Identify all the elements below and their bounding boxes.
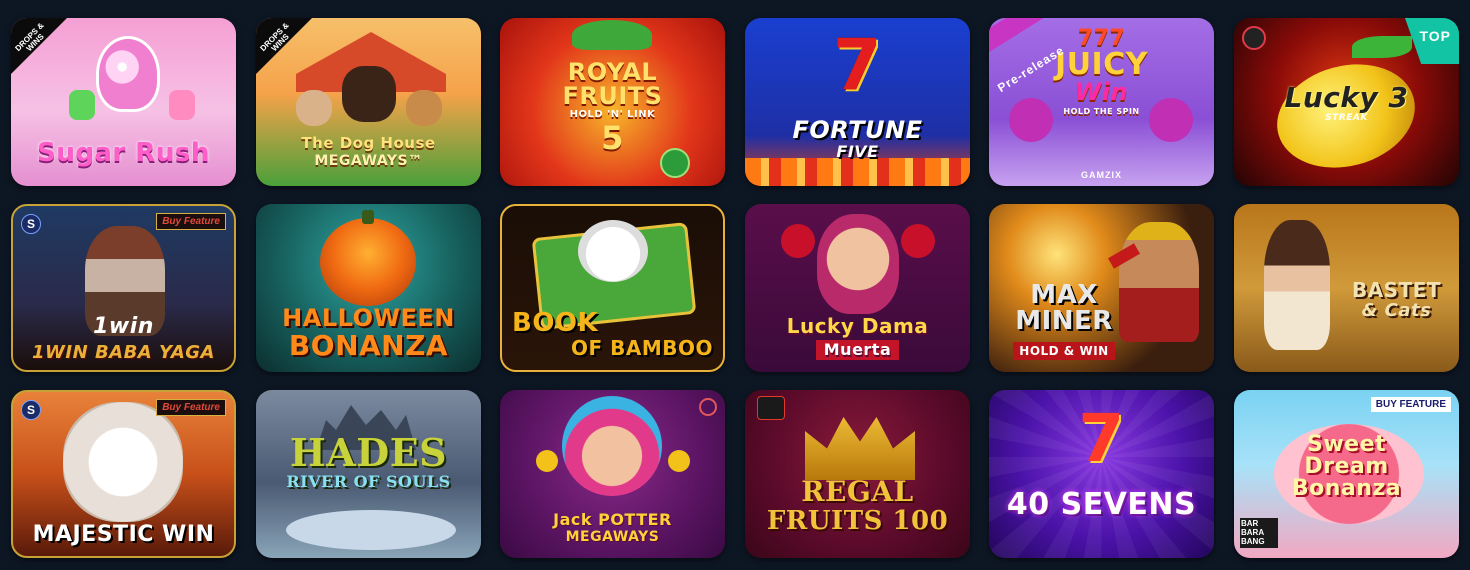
gold-coin-icon xyxy=(668,450,690,472)
game-title: HADES RIVER OF SOULS xyxy=(286,430,451,491)
game-tile-halloween-bonanza[interactable]: HALLOWEEN BONANZA xyxy=(256,204,481,372)
game-grid: DROPS & WINS Sugar Rush DROPS & WINS The… xyxy=(0,0,1470,570)
game-tile-40-sevens[interactable]: 7 40 SEVENS xyxy=(989,390,1214,558)
gumball-machine-image xyxy=(96,36,160,112)
game-title: MAX MINER HOLD & WIN xyxy=(1013,280,1115,360)
buy-feature-badge: Buy Feature xyxy=(156,399,226,416)
dog-image xyxy=(342,66,396,122)
crown-image xyxy=(805,417,915,480)
panda-image xyxy=(578,220,648,282)
game-tile-max-miner[interactable]: MAX MINER HOLD & WIN xyxy=(989,204,1214,372)
game-title: 1win 1WIN BABA YAGA xyxy=(32,314,215,363)
game-tile-the-dog-house-megaways[interactable]: DROPS & WINS The Dog House MEGAWAYS™ xyxy=(256,18,481,186)
game-title: HALLOWEEN BONANZA xyxy=(282,304,455,362)
game-title: Sweet Dream Bonanza xyxy=(1291,432,1402,501)
rose-image xyxy=(781,224,815,258)
game-subtitle: 40 SEVENS xyxy=(1006,487,1197,522)
game-title: Lucky 3 STREAK xyxy=(1284,81,1409,123)
game-tile-majestic-win[interactable]: S Buy Feature MAJESTIC WIN xyxy=(11,390,236,558)
game-title: 7 xyxy=(832,24,883,106)
game-title: MAJESTIC WIN xyxy=(32,522,215,547)
provider-logo-label: BAR BARA BANG xyxy=(1241,519,1265,546)
pumpkin-image xyxy=(320,218,416,306)
game-tile-hades-river-of-souls[interactable]: HADES RIVER OF SOULS xyxy=(256,390,481,558)
drops-wins-badge: DROPS & WINS xyxy=(11,18,67,74)
game-tile-sweet-dream-bonanza[interactable]: BUY FEATURE BAR BARA BANG Sweet Dream Bo… xyxy=(1234,390,1459,558)
buy-feature-badge: BUY FEATURE xyxy=(1370,397,1451,412)
flames-image xyxy=(745,158,970,186)
game-tile-jack-potter-megaways[interactable]: Jack POTTER MEGAWAYS xyxy=(500,390,725,558)
rose-image xyxy=(901,224,935,258)
buy-feature-badge: Buy Feature xyxy=(156,213,226,230)
game-title: Jack POTTER MEGAWAYS xyxy=(553,510,672,545)
candy-bear-image xyxy=(69,90,95,120)
candy-bear-image xyxy=(169,90,195,120)
provider-s-badge: S xyxy=(21,400,41,420)
game-tile-royal-fruits-5[interactable]: ROYAL FRUITS HOLD 'N' LINK 5 xyxy=(500,18,725,186)
river-image xyxy=(286,510,456,550)
dog-image xyxy=(406,90,442,126)
pumpkin-stem xyxy=(362,210,374,224)
game-title: ROYAL FRUITS HOLD 'N' LINK 5 xyxy=(562,58,663,157)
provider-logo: GAMZIX xyxy=(1081,170,1122,180)
jester-image xyxy=(562,396,662,496)
strawberry-leaves-image xyxy=(572,20,652,50)
game-subtitle: FORTUNE FIVE xyxy=(792,116,923,161)
provider-s-badge: S xyxy=(21,214,41,234)
top-badge-label: TOP xyxy=(1419,28,1451,44)
leaf-image xyxy=(1352,36,1412,58)
provider-logo-icon xyxy=(757,396,785,420)
dama-muerta-image xyxy=(817,214,899,314)
game-tile-book-of-bamboo[interactable]: BOOK OF BAMBOO xyxy=(500,204,725,372)
game-title: BOOK OF BAMBOO xyxy=(512,308,713,360)
bastet-image xyxy=(1264,220,1330,350)
gold-coin-icon xyxy=(536,450,558,472)
game-tile-lucky-3-streak[interactable]: TOP Lucky 3 STREAK xyxy=(1234,18,1459,186)
drops-wins-badge: DROPS & WINS xyxy=(256,18,312,74)
game-tile-bastet-and-cats[interactable]: BASTET & Cats xyxy=(1234,204,1459,372)
game-title: Lucky Dama Muerta xyxy=(786,314,929,360)
game-tile-sugar-rush[interactable]: DROPS & WINS Sugar Rush xyxy=(11,18,236,186)
provider-logo-icon xyxy=(699,398,717,416)
dog-image xyxy=(296,90,332,126)
game-tile-1win-baba-yaga[interactable]: S Buy Feature 1win 1WIN BABA YAGA xyxy=(11,204,236,372)
game-title: REGAL FRUITS 100 xyxy=(766,475,949,536)
provider-logo-icon xyxy=(1242,26,1266,50)
game-tile-fortune-five[interactable]: 7 FORTUNE FIVE xyxy=(745,18,970,186)
game-tile-lucky-dama-muerta[interactable]: Lucky Dama Muerta xyxy=(745,204,970,372)
game-title: 7 xyxy=(1078,400,1125,477)
game-title: Sugar Rush xyxy=(37,138,210,168)
game-tile-juicy-win[interactable]: Pre-release 777 JUICY Win HOLD THE SPIN … xyxy=(989,18,1214,186)
game-title: The Dog House MEGAWAYS™ xyxy=(301,134,436,169)
game-title: BASTET & Cats xyxy=(1351,278,1442,321)
white-lion-image xyxy=(63,402,183,522)
game-tile-regal-fruits-100[interactable]: REGAL FRUITS 100 xyxy=(745,390,970,558)
